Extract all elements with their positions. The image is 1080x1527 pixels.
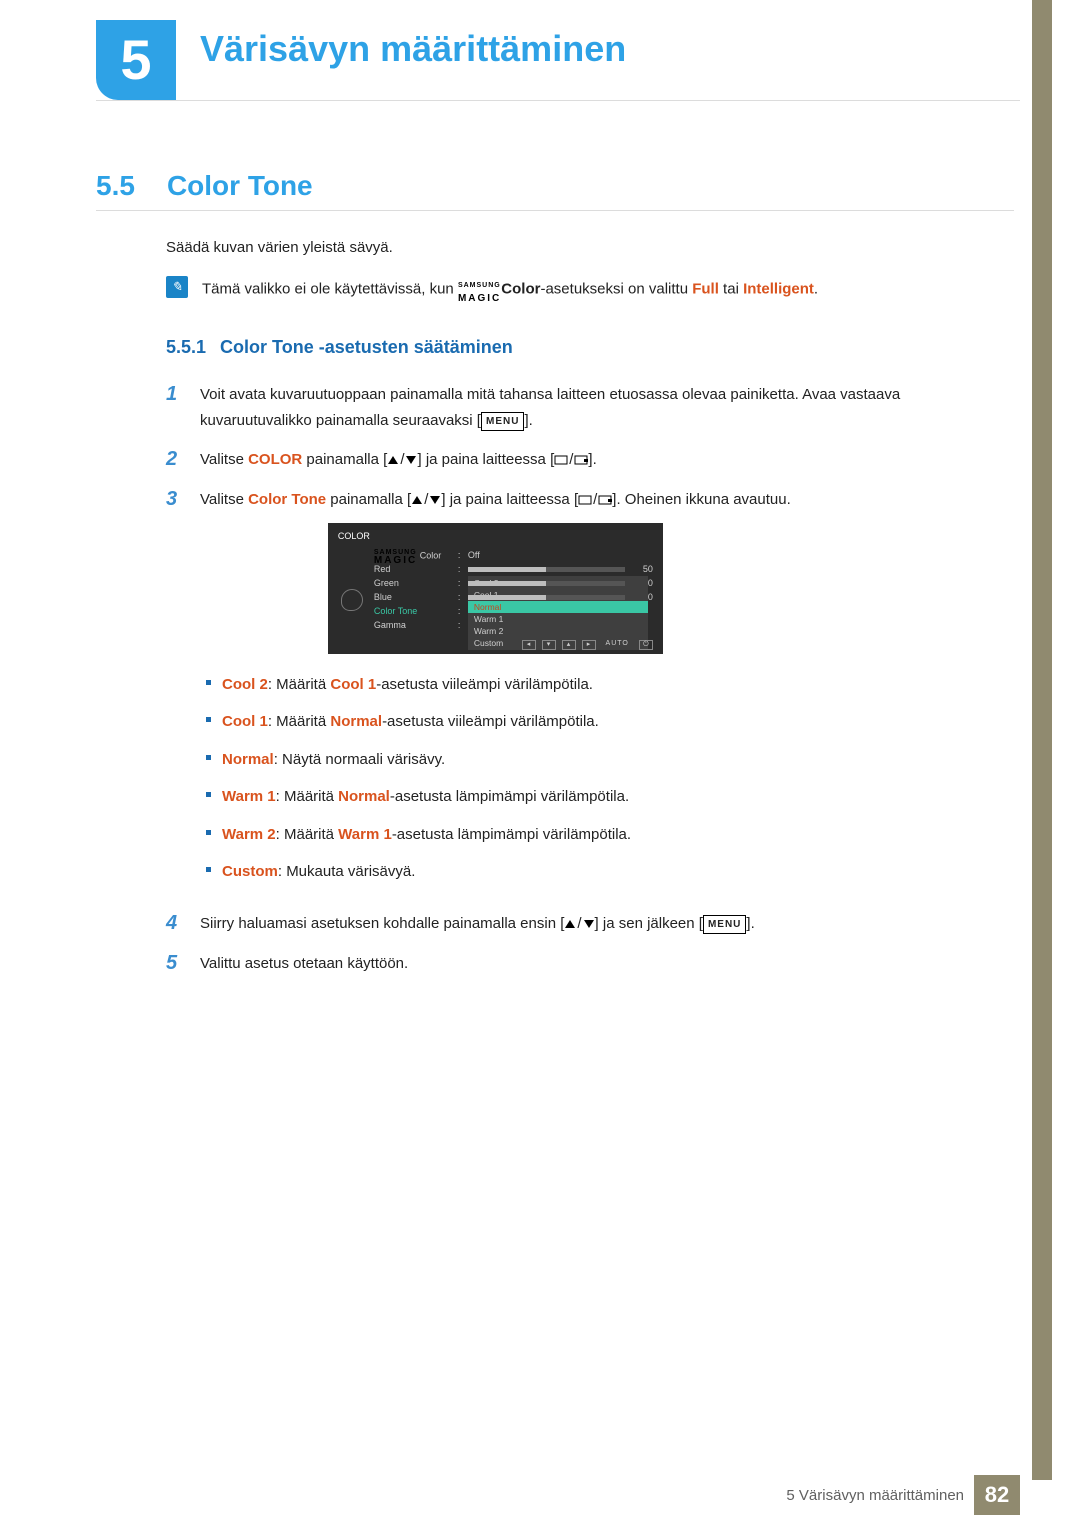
bullet-item: Normal: Näytä normaali värisävy.: [200, 747, 791, 773]
osd-row-gamma: Gamma: [374, 618, 452, 633]
osd-row-green: Green: [374, 576, 452, 591]
osd-row-red: Red: [374, 562, 452, 577]
source-enter-icon: /: [578, 487, 612, 513]
page-footer: 5 Värisävyn määrittäminen 82: [96, 1475, 1020, 1515]
note-text: Tämä valikko ei ole käytettävissä, kun S…: [202, 276, 818, 303]
section-heading: 5.5 Color Tone: [96, 170, 1014, 202]
bullet-item: Warm 2: Määritä Warm 1-asetusta lämpimäm…: [200, 822, 791, 848]
subsection-number: 5.5.1: [166, 337, 206, 358]
subsection-title: Color Tone -asetusten säätäminen: [220, 337, 513, 358]
osd-option: Normal: [468, 601, 648, 613]
step-5: 5 Valittu asetus otetaan käyttöön.: [166, 951, 1014, 977]
header-rule: [96, 100, 1020, 101]
up-down-icon: /: [387, 447, 417, 473]
osd-slider-green: [468, 581, 625, 586]
footer-text: 5 Värisävyn määrittäminen: [786, 1487, 964, 1504]
side-stripe: [1032, 0, 1052, 1480]
osd-slider-red: [468, 567, 625, 572]
osd-row-blue: Blue: [374, 590, 452, 605]
osd-enter-icon: ▸: [582, 640, 596, 650]
step-4: 4 Siirry haluamasi asetuksen kohdalle pa…: [166, 911, 1014, 937]
menu-key: MENU: [481, 412, 524, 431]
bullet-item: Warm 1: Määritä Normal-asetusta lämpimäm…: [200, 784, 791, 810]
osd-panel: COLOR SAMSUNGMAGIC Color : Off: [328, 523, 663, 654]
chapter-title: Värisävyn määrittäminen: [200, 28, 626, 70]
osd-title: COLOR: [338, 529, 653, 544]
osd-left-icon: ◂: [522, 640, 536, 650]
up-down-icon: /: [564, 911, 594, 937]
up-down-icon: /: [411, 487, 441, 513]
menu-key: MENU: [703, 915, 746, 934]
section-rule: [96, 210, 1014, 211]
osd-slider-blue: [468, 595, 625, 600]
chapter-tab: 5: [96, 20, 176, 100]
source-enter-icon: /: [554, 447, 588, 473]
bullet-item: Cool 2: Määritä Cool 1-asetusta viileämp…: [200, 672, 791, 698]
note-icon: ✎: [166, 276, 188, 298]
bullet-item: Cool 1: Määritä Normal-asetusta viileämp…: [200, 709, 791, 735]
lead-paragraph: Säädä kuvan värien yleistä sävyä.: [166, 239, 1014, 256]
osd-up-icon: ▴: [562, 640, 576, 650]
bullet-item: Custom: Mukauta värisävyä.: [200, 859, 791, 885]
page-number: 82: [974, 1475, 1020, 1515]
section-title: Color Tone: [167, 170, 313, 202]
osd-color-tone-dropdown: Cool 2Cool 1NormalWarm 1Warm 2Custom: [468, 576, 648, 650]
note: ✎ Tämä valikko ei ole käytettävissä, kun…: [166, 276, 1014, 303]
osd-category-icon: [338, 550, 366, 650]
step-2: 2 Valitse COLOR painamalla [/] ja paina …: [166, 447, 1014, 473]
osd-row-color-tone: Color Tone: [374, 604, 452, 619]
samsung-magic-logo: SAMSUNGMAGIC: [458, 276, 501, 303]
osd-power-icon: ⏻: [639, 640, 653, 650]
osd-nav-hints: ◂ ▾ ▴ ▸ AUTO ⏻: [374, 640, 653, 650]
step-3: 3 Valitse Color Tone painamalla [/] ja p…: [166, 487, 1014, 897]
osd-auto-label: AUTO: [602, 640, 633, 650]
subsection-heading: 5.5.1 Color Tone -asetusten säätäminen: [166, 337, 1014, 358]
section-number: 5.5: [96, 170, 135, 202]
step-1: 1 Voit avata kuvaruutuoppaan painamalla …: [166, 382, 1014, 433]
osd-down-icon: ▾: [542, 640, 556, 650]
